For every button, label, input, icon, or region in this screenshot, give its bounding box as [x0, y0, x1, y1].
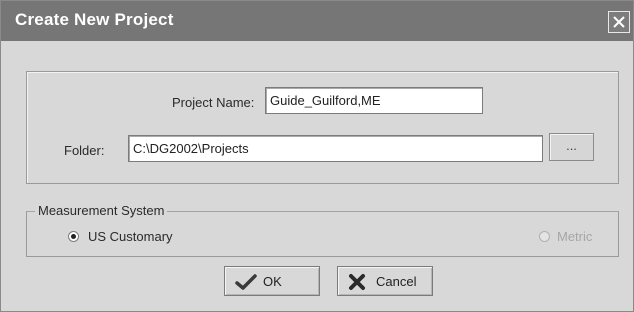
us-customary-label[interactable]: US Customary: [88, 229, 173, 244]
cancel-button[interactable]: Cancel: [337, 266, 433, 296]
ok-button[interactable]: OK: [224, 266, 320, 296]
dialog-title: Create New Project: [15, 10, 174, 29]
create-project-dialog: Create New Project Project Name: Folder:…: [0, 0, 634, 312]
measurement-system-legend: Measurement System: [35, 203, 168, 218]
folder-input[interactable]: [128, 135, 543, 162]
x-mark-icon: [349, 274, 365, 290]
title-bar: Create New Project: [1, 1, 633, 41]
close-button[interactable]: [608, 11, 630, 33]
folder-label: Folder:: [64, 143, 105, 158]
project-name-label: Project Name:: [172, 95, 255, 110]
project-name-input[interactable]: [265, 87, 483, 114]
cancel-label: Cancel: [376, 274, 417, 289]
metric-label[interactable]: Metric: [557, 229, 592, 244]
close-icon: [613, 16, 625, 28]
metric-radio[interactable]: [539, 231, 550, 242]
ok-label: OK: [263, 274, 282, 289]
checkmark-icon: [235, 274, 257, 290]
us-customary-radio[interactable]: [68, 231, 79, 242]
browse-folder-button[interactable]: ...: [549, 133, 594, 161]
